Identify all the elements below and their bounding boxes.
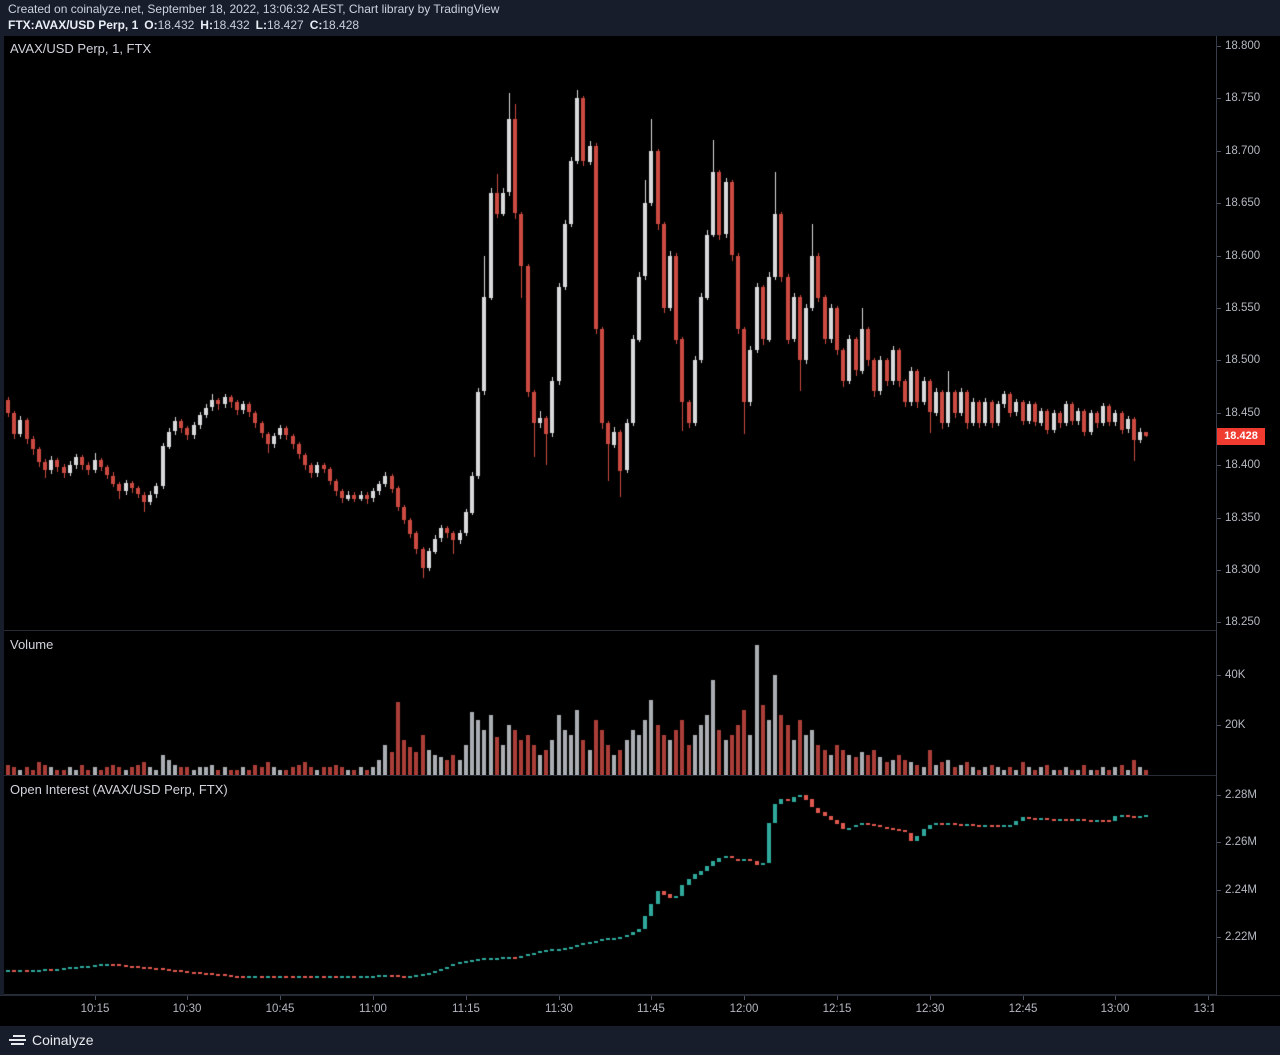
volume-axis-label: 40K: [1225, 668, 1245, 682]
time-axis-label: 11:15: [444, 1003, 488, 1015]
oi-axis-label-tick: [1217, 842, 1221, 843]
time-axis-tick: [1208, 996, 1209, 1000]
time-axis-label: 10:15: [73, 1003, 117, 1015]
chart-root: AVAX/USD Perp, 1, FTX Volume Open Intere…: [0, 36, 1280, 1025]
time-axis-label: 10:30: [165, 1003, 209, 1015]
price-axis-label: 18.750: [1225, 91, 1260, 105]
price-axis-label-tick: [1217, 151, 1221, 152]
time-axis-tick: [559, 996, 560, 1000]
time-axis-tick: [930, 996, 931, 1000]
time-axis-label: 10:45: [258, 1003, 302, 1015]
oi-axis-label: 2.22M: [1225, 930, 1257, 944]
time-axis-label: 12:30: [908, 1003, 952, 1015]
time-axis-label: 11:00: [351, 1003, 395, 1015]
price-axis-label: 18.400: [1225, 458, 1260, 472]
coinalyze-brand-label[interactable]: Coinalyze: [32, 1032, 93, 1048]
high-value: 18.432: [213, 18, 250, 32]
time-axis-tick: [837, 996, 838, 1000]
open-interest-pane-canvas[interactable]: [4, 777, 1216, 994]
time-axis-tick: [1023, 996, 1024, 1000]
symbol-ohlc-line: FTX:AVAX/USD Perp, 1O:18.432H:18.432L:18…: [8, 17, 1280, 33]
volume-axis-label-tick: [1217, 725, 1221, 726]
volume-axis-label-tick: [1217, 675, 1221, 676]
time-axis-tick: [280, 996, 281, 1000]
close-label: C:: [310, 18, 323, 32]
price-axis-label: 18.800: [1225, 39, 1260, 53]
price-axis-label: 18.500: [1225, 353, 1260, 367]
open-value: 18.432: [158, 18, 195, 32]
price-axis-label-tick: [1217, 308, 1221, 309]
high-label: H:: [200, 18, 213, 32]
price-axis-label-tick: [1217, 518, 1221, 519]
time-axis-label: 12:15: [815, 1003, 859, 1015]
price-pane-title: AVAX/USD Perp, 1, FTX: [10, 41, 151, 56]
price-axis-label-tick: [1217, 622, 1221, 623]
footer-bar: Coinalyze: [0, 1025, 1280, 1055]
symbol-interval-label: FTX:AVAX/USD Perp, 1: [8, 18, 138, 32]
price-axis-label: 18.350: [1225, 511, 1260, 525]
left-margin-strip: [0, 36, 4, 995]
time-axis[interactable]: 10:15 10:30 10:45 11:00 11:15 11:30 11:45 12:00…: [0, 995, 1280, 1026]
created-line: Created on coinalyze.net, September 18, …: [8, 2, 1280, 17]
time-axis-tick: [187, 996, 188, 1000]
open-interest-pane-title: Open Interest (AVAX/USD Perp, FTX): [10, 782, 228, 797]
price-pane-canvas[interactable]: [4, 36, 1216, 630]
price-axis-label-tick: [1217, 256, 1221, 257]
time-axis-tick: [95, 996, 96, 1000]
price-axis-label: 18.250: [1225, 615, 1260, 629]
oi-axis-label-tick: [1217, 890, 1221, 891]
time-axis-label: 11:45: [629, 1003, 673, 1015]
price-axis-label: 18.600: [1225, 249, 1260, 263]
time-axis-label: 11:30: [537, 1003, 581, 1015]
volume-axis-label: 20K: [1225, 718, 1245, 732]
price-axis-label-tick: [1217, 413, 1221, 414]
oi-axis-label-tick: [1217, 937, 1221, 938]
price-axis-label-tick: [1217, 98, 1221, 99]
price-axis-label: 18.300: [1225, 563, 1260, 577]
coinalyze-logo-icon[interactable]: [9, 1034, 26, 1046]
oi-axis-label-tick: [1217, 795, 1221, 796]
price-axis-label: 18.450: [1225, 406, 1260, 420]
low-value: 18.427: [267, 18, 304, 32]
time-axis-tick: [651, 996, 652, 1000]
price-axis-label-tick: [1217, 203, 1221, 204]
open-label: O:: [144, 18, 157, 32]
close-value: 18.428: [322, 18, 359, 32]
time-axis-label: 12:45: [1001, 1003, 1045, 1015]
price-axis-label-tick: [1217, 360, 1221, 361]
time-axis-tick: [466, 996, 467, 1000]
time-axis-label: 12:00: [722, 1003, 766, 1015]
last-price-badge: 18.428: [1217, 428, 1265, 445]
price-axis-label-tick: [1217, 465, 1221, 466]
price-axis-label: 18.650: [1225, 196, 1260, 210]
time-axis-label: 13:15: [1186, 1003, 1214, 1015]
price-axis-label: 18.550: [1225, 301, 1260, 315]
volume-pane-title: Volume: [10, 637, 53, 652]
time-axis-tick: [1115, 996, 1116, 1000]
price-axis-label: 18.700: [1225, 144, 1260, 158]
oi-axis-label: 2.24M: [1225, 883, 1257, 897]
time-axis-label: 13:00: [1093, 1003, 1137, 1015]
chart-header: Created on coinalyze.net, September 18, …: [0, 0, 1280, 36]
oi-axis-label: 2.26M: [1225, 835, 1257, 849]
volume-pane-canvas[interactable]: [4, 632, 1216, 775]
price-axis-label-tick: [1217, 570, 1221, 571]
price-axis-label-tick: [1217, 46, 1221, 47]
price-axis[interactable]: 18.428 18.800 18.750 18.700 18.650 18.600 18.…: [1216, 36, 1280, 995]
oi-axis-label: 2.28M: [1225, 788, 1257, 802]
time-axis-tick: [744, 996, 745, 1000]
time-axis-labels: 10:15 10:30 10:45 11:00 11:15 11:30 11:45 12:00…: [4, 996, 1214, 1026]
low-label: L:: [256, 18, 267, 32]
time-axis-tick: [373, 996, 374, 1000]
